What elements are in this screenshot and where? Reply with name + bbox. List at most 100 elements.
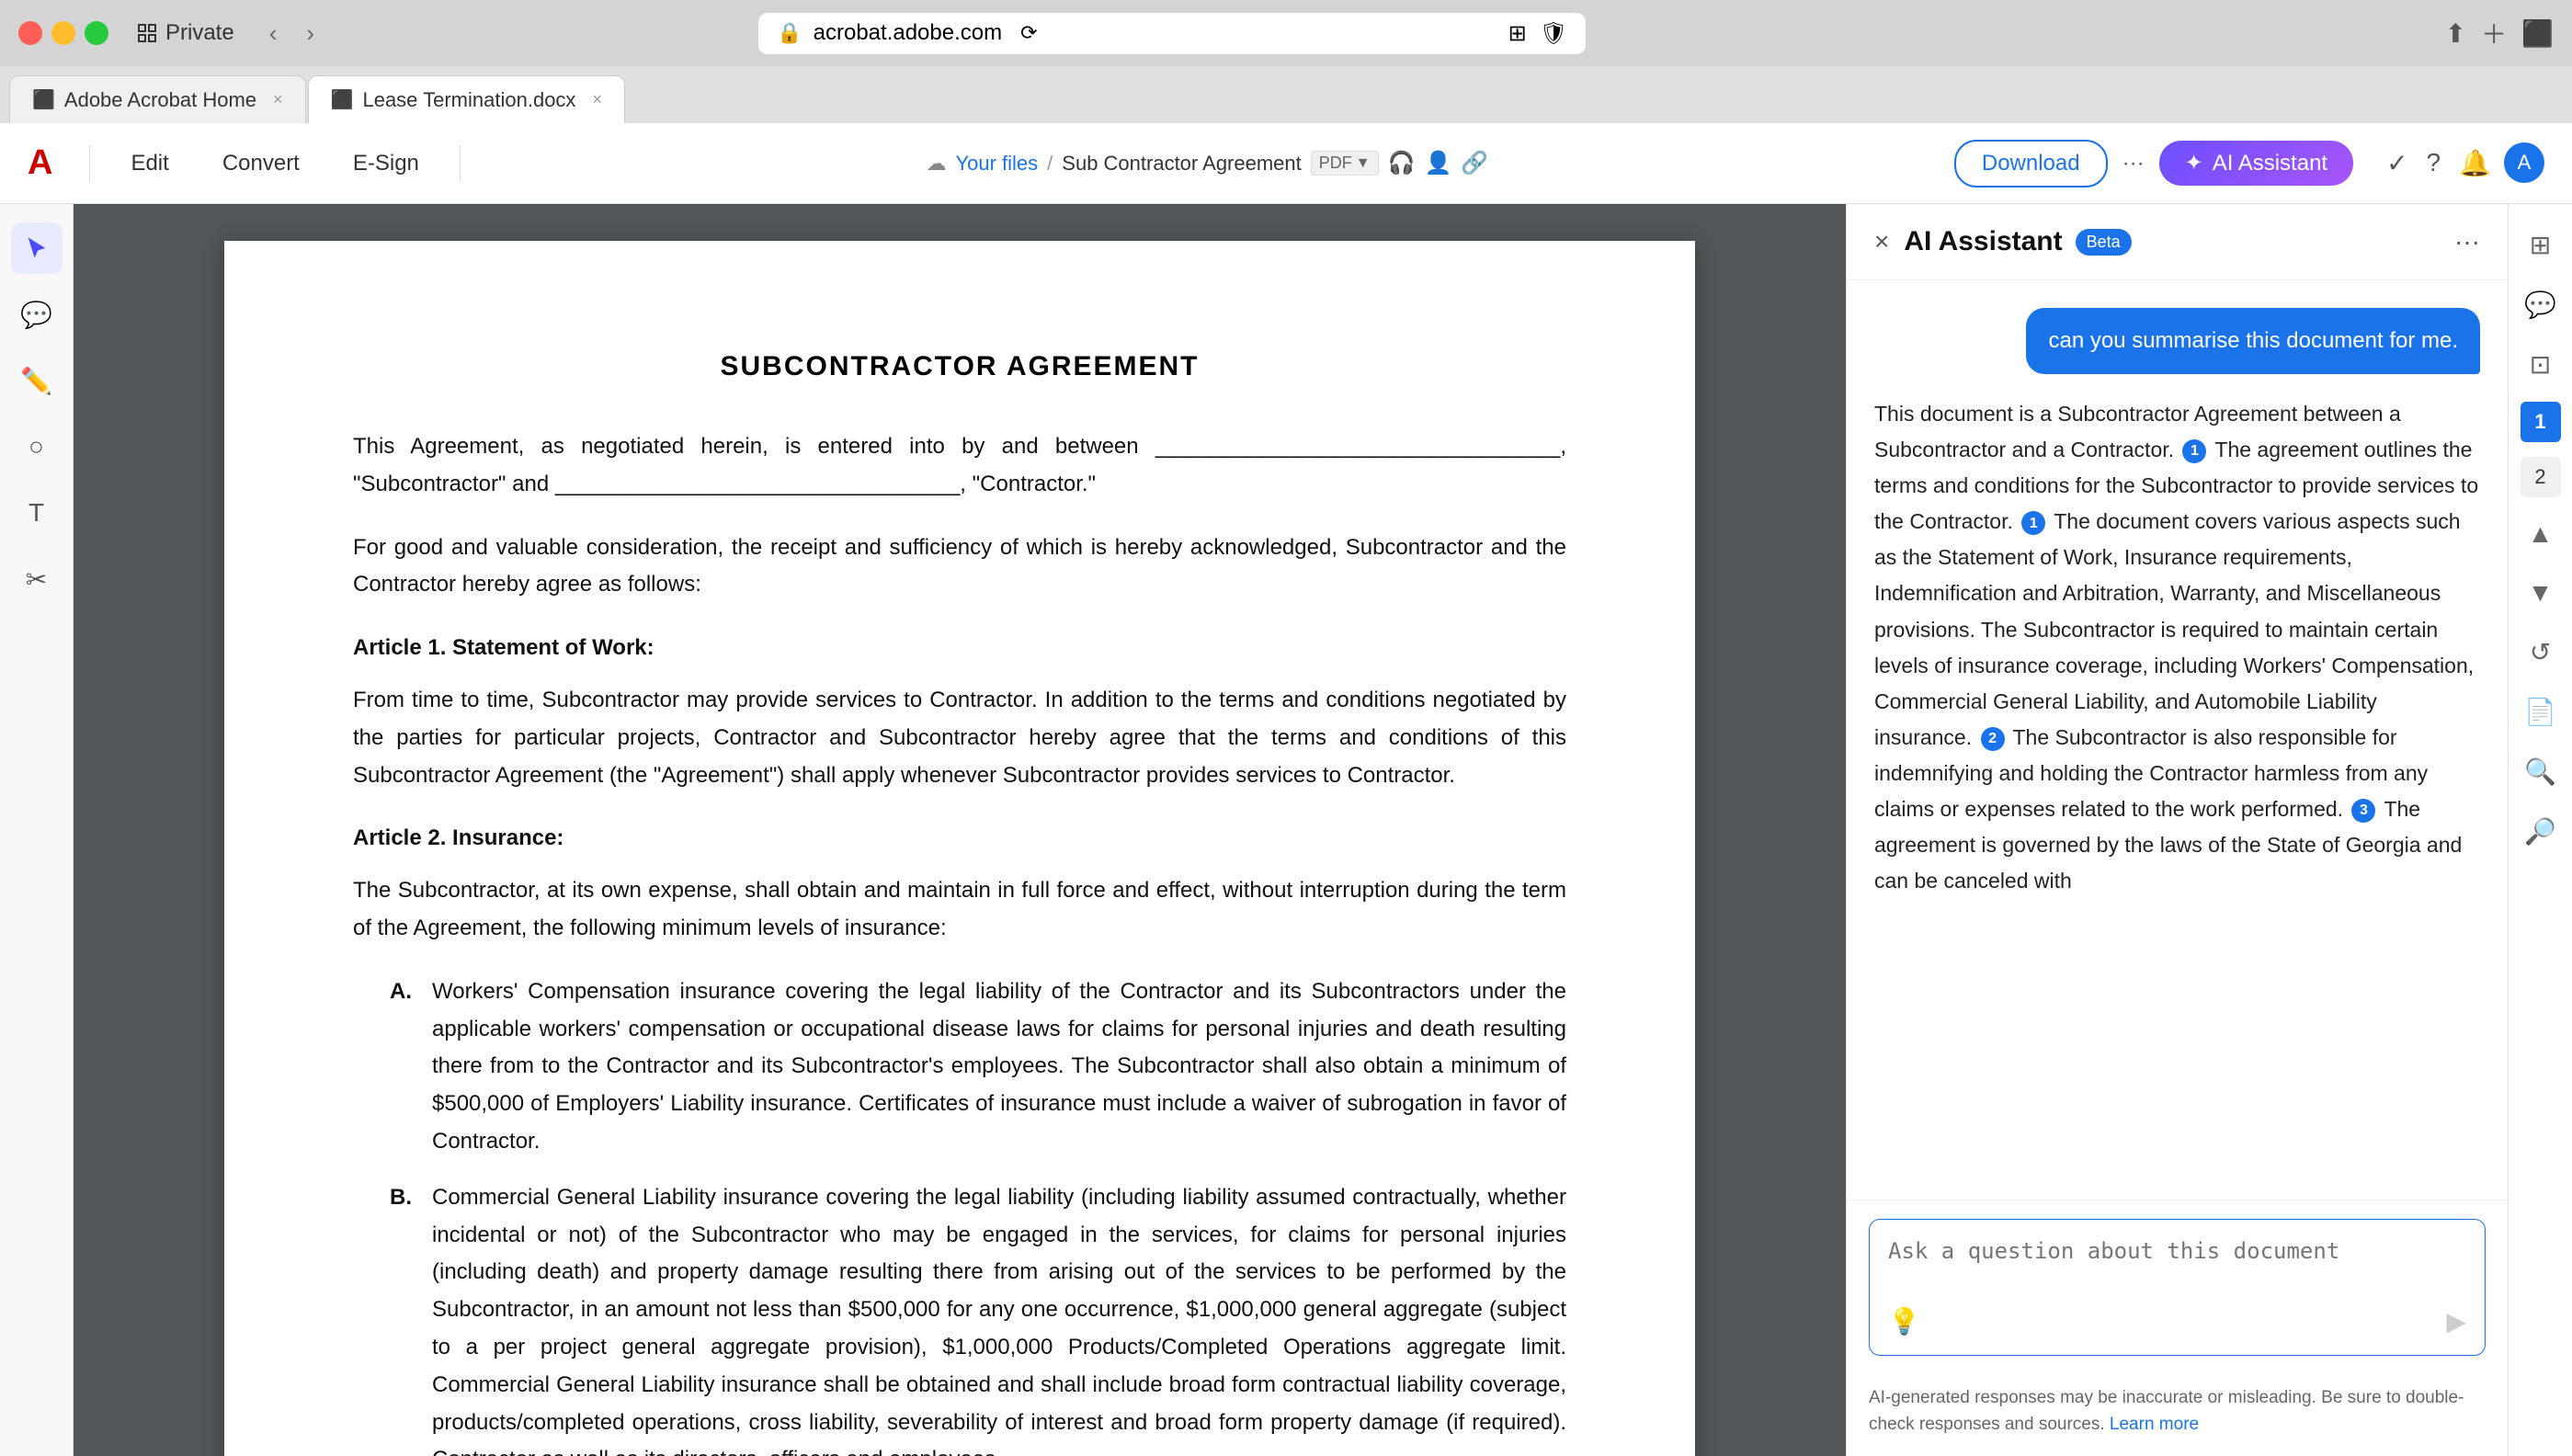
private-button[interactable]: Private	[123, 15, 247, 51]
download-button[interactable]: Download	[1954, 140, 2108, 188]
tab-doc-close[interactable]: ×	[592, 90, 602, 109]
tool-pen[interactable]: ✏️	[11, 355, 63, 406]
user-message: can you summarise this document for me.	[2026, 308, 2480, 374]
list-a-text: Workers' Compensation insurance covering…	[432, 973, 1566, 1161]
minimize-traffic-light[interactable]	[51, 21, 75, 45]
pdf-list: A. Workers' Compensation insurance cover…	[390, 973, 1566, 1456]
citation-1[interactable]: 1	[2182, 439, 2206, 463]
browser-toolbar-right: ⬆ ＋ ⬛	[2445, 15, 2554, 51]
tabs-bar: ⬛ Adobe Acrobat Home × ⬛ Lease Terminati…	[0, 66, 2572, 123]
tab-home-close[interactable]: ×	[273, 90, 283, 109]
tool-select[interactable]	[11, 222, 63, 274]
tab-doc[interactable]: ⬛ Lease Termination.docx ×	[308, 75, 625, 123]
tool-edit2[interactable]: ✂	[11, 553, 63, 605]
citation-3[interactable]: 2	[1981, 727, 2005, 751]
ai-input-box[interactable]: 💡 ▶	[1869, 1219, 2486, 1356]
page-number-2[interactable]: 2	[2521, 457, 2561, 497]
article2-intro: The Subcontractor, at its own expense, s…	[353, 872, 1566, 948]
right-icon-chevron-down[interactable]: ▼	[2521, 571, 2561, 615]
pdf-viewer[interactable]: SUBCONTRACTOR AGREEMENT This Agreement, …	[74, 204, 1846, 1456]
list-b-label: B.	[390, 1179, 417, 1456]
new-tab-button[interactable]: ＋	[2481, 15, 2507, 51]
tool-text[interactable]: T	[11, 487, 63, 539]
ai-close-button[interactable]: ×	[1874, 227, 1889, 256]
ai-suggestions-button[interactable]: 💡	[1888, 1306, 1920, 1337]
ai-assistant-button[interactable]: ✦ AI Assistant	[2159, 141, 2354, 186]
breadcrumb-doc-name: Sub Contractor Agreement	[1062, 152, 1301, 176]
tab-doc-label: Lease Termination.docx	[362, 88, 575, 112]
esign-button[interactable]: E-Sign	[340, 143, 432, 184]
right-icon-refresh[interactable]: ↺	[2522, 630, 2558, 675]
ai-input-field[interactable]	[1888, 1238, 2466, 1293]
learn-more-link[interactable]: Learn more	[2110, 1415, 2199, 1434]
ai-response: This document is a Subcontractor Agreeme…	[1874, 396, 2480, 899]
ai-input-area: 💡 ▶	[1847, 1200, 2508, 1374]
article1-body: From time to time, Subcontractor may pro…	[353, 682, 1566, 794]
title-bar: Private ‹ › 🔒 acrobat.adobe.com ⟳ ⊞ 🛡 ⬆ …	[0, 0, 2572, 66]
acrobat-logo: A	[28, 143, 52, 183]
pdf-page: SUBCONTRACTOR AGREEMENT This Agreement, …	[224, 241, 1695, 1456]
right-icon-zoom-in[interactable]: 🔍	[2517, 749, 2564, 794]
ai-beta-badge: Beta	[2076, 229, 2132, 256]
close-traffic-light[interactable]	[18, 21, 42, 45]
app-toolbar: A Edit Convert E-Sign ☁ Your files / Sub…	[0, 123, 2572, 204]
ai-input-footer: 💡 ▶	[1888, 1306, 2466, 1337]
ai-disclaimer: AI-generated responses may be inaccurate…	[1847, 1374, 2508, 1456]
ai-panel-header: × AI Assistant Beta ···	[1847, 204, 2508, 280]
maximize-traffic-light[interactable]	[85, 21, 108, 45]
citation-2[interactable]: 1	[2021, 511, 2045, 535]
list-item-a: A. Workers' Compensation insurance cover…	[390, 973, 1566, 1161]
ai-send-button[interactable]: ▶	[2446, 1306, 2466, 1337]
share-button[interactable]: ⬆	[2445, 18, 2466, 49]
edit-button[interactable]: Edit	[118, 143, 181, 184]
check-icon[interactable]: ✓	[2381, 142, 2413, 184]
citation-4[interactable]: 3	[2351, 799, 2375, 823]
bell-icon[interactable]: 🔔	[2453, 142, 2497, 184]
tab-home-label: Adobe Acrobat Home	[64, 88, 256, 112]
extensions-button[interactable]: ⬛	[2521, 18, 2554, 49]
list-b-text: Commercial General Liability insurance c…	[432, 1179, 1566, 1456]
private-label: Private	[165, 20, 234, 46]
main-layout: 💬 ✏️ ○ T ✂ SUBCONTRACTOR AGREEMENT This …	[0, 204, 2572, 1456]
breadcrumb: ☁ Your files / Sub Contractor Agreement …	[488, 150, 1927, 176]
tool-lasso[interactable]: ○	[11, 421, 63, 472]
ai-more-button[interactable]: ···	[2454, 227, 2480, 256]
pdf-intro-1: This Agreement, as negotiated herein, is…	[353, 428, 1566, 504]
traffic-lights	[18, 21, 108, 45]
page-number-1[interactable]: 1	[2521, 402, 2561, 442]
article1-heading: Article 1. Statement of Work:	[353, 630, 1566, 667]
ai-panel-title: AI Assistant	[1904, 226, 2062, 257]
tool-comment[interactable]: 💬	[11, 289, 63, 340]
ai-chat-area[interactable]: can you summarise this document for me. …	[1847, 280, 2508, 1200]
breadcrumb-separator: /	[1047, 152, 1053, 176]
pdf-intro-2: For good and valuable consideration, the…	[353, 529, 1566, 605]
left-sidebar: 💬 ✏️ ○ T ✂	[0, 204, 74, 1456]
acrobat-icon-doc: ⬛	[331, 88, 354, 111]
right-icon-layers[interactable]: ⊡	[2522, 342, 2558, 387]
more-options-button[interactable]: ···	[2122, 151, 2145, 176]
toolbar-actions: Download ··· ✦ AI Assistant	[1954, 140, 2353, 188]
list-a-label: A.	[390, 973, 417, 1161]
forward-button[interactable]: ›	[299, 16, 322, 51]
right-icon-zoom-out[interactable]: 🔎	[2517, 809, 2564, 854]
url-bar[interactable]: 🔒 acrobat.adobe.com ⟳ ⊞ 🛡	[758, 13, 1586, 54]
tab-home[interactable]: ⬛ Adobe Acrobat Home ×	[9, 75, 306, 123]
right-icon-doc[interactable]: 📄	[2517, 689, 2564, 734]
breadcrumb-prefix: Your files	[955, 152, 1038, 176]
pdf-badge: PDF▼	[1311, 151, 1379, 176]
ai-response-part3: The document covers various aspects such…	[1874, 509, 2474, 749]
right-icon-chevron-up[interactable]: ▲	[2521, 512, 2561, 556]
ai-star-icon: ✦	[2185, 150, 2203, 176]
right-icon-message[interactable]: 💬	[2517, 282, 2564, 327]
avatar-icon[interactable]: A	[2504, 142, 2544, 183]
question-icon[interactable]: ?	[2421, 142, 2447, 184]
pdf-title: SUBCONTRACTOR AGREEMENT	[353, 351, 1566, 382]
back-button[interactable]: ‹	[262, 16, 285, 51]
toolbar-separator-1	[89, 145, 90, 182]
right-icon-grid[interactable]: ⊞	[2522, 222, 2558, 267]
acrobat-icon-home: ⬛	[32, 88, 55, 111]
convert-button[interactable]: Convert	[210, 143, 313, 184]
toolbar-separator-2	[460, 145, 461, 182]
article2-heading: Article 2. Insurance:	[353, 820, 1566, 858]
pdf-body: This Agreement, as negotiated herein, is…	[353, 428, 1566, 1456]
